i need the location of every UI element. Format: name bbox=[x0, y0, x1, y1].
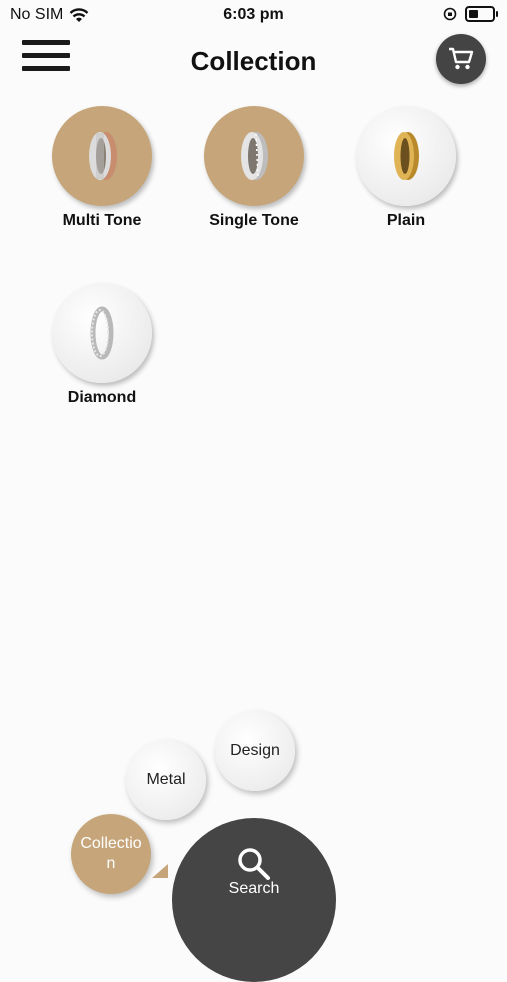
menu-bar bbox=[22, 40, 70, 45]
collection-thumb bbox=[52, 106, 152, 206]
cart-button[interactable] bbox=[436, 34, 486, 84]
collection-item-single-tone[interactable]: Single Tone bbox=[189, 106, 319, 230]
ring-icon bbox=[89, 132, 117, 180]
nav-collection-button[interactable]: Collectio n bbox=[71, 814, 151, 894]
collection-label: Diamond bbox=[67, 389, 137, 406]
battery-icon bbox=[465, 6, 498, 22]
status-time: 6:03 pm bbox=[223, 6, 284, 23]
search-label: Search bbox=[228, 880, 280, 897]
ring-icon bbox=[90, 306, 114, 360]
collection-item-multi-tone[interactable]: Multi Tone bbox=[37, 106, 167, 230]
cart-icon bbox=[449, 47, 474, 70]
status-bar: No SIM 6:03 pm bbox=[0, 0, 507, 30]
ring-icon bbox=[241, 132, 268, 180]
nav-design-button[interactable]: Design bbox=[215, 711, 295, 791]
search-button[interactable]: Search bbox=[172, 818, 336, 982]
collection-label: Single Tone bbox=[209, 212, 299, 229]
collection-item-plain[interactable]: Plain bbox=[341, 106, 471, 230]
nav-collection-label: Collectio n bbox=[80, 835, 142, 872]
ring-icon bbox=[394, 132, 419, 180]
collection-label: Plain bbox=[386, 212, 426, 229]
collection-label: Multi Tone bbox=[62, 212, 142, 229]
collection-thumb bbox=[204, 106, 304, 206]
nav-design-label: Design bbox=[230, 742, 280, 759]
collection-item-diamond[interactable]: Diamond bbox=[37, 283, 167, 407]
search-icon bbox=[238, 848, 270, 880]
active-pointer bbox=[152, 864, 168, 878]
page-title: Collection bbox=[190, 46, 317, 76]
collection-thumb bbox=[52, 283, 152, 383]
status-right bbox=[443, 6, 498, 22]
orientation-lock-icon bbox=[443, 7, 457, 21]
nav-metal-label: Metal bbox=[146, 771, 186, 788]
nav-metal-button[interactable]: Metal bbox=[126, 740, 206, 820]
collection-thumb bbox=[356, 106, 456, 206]
